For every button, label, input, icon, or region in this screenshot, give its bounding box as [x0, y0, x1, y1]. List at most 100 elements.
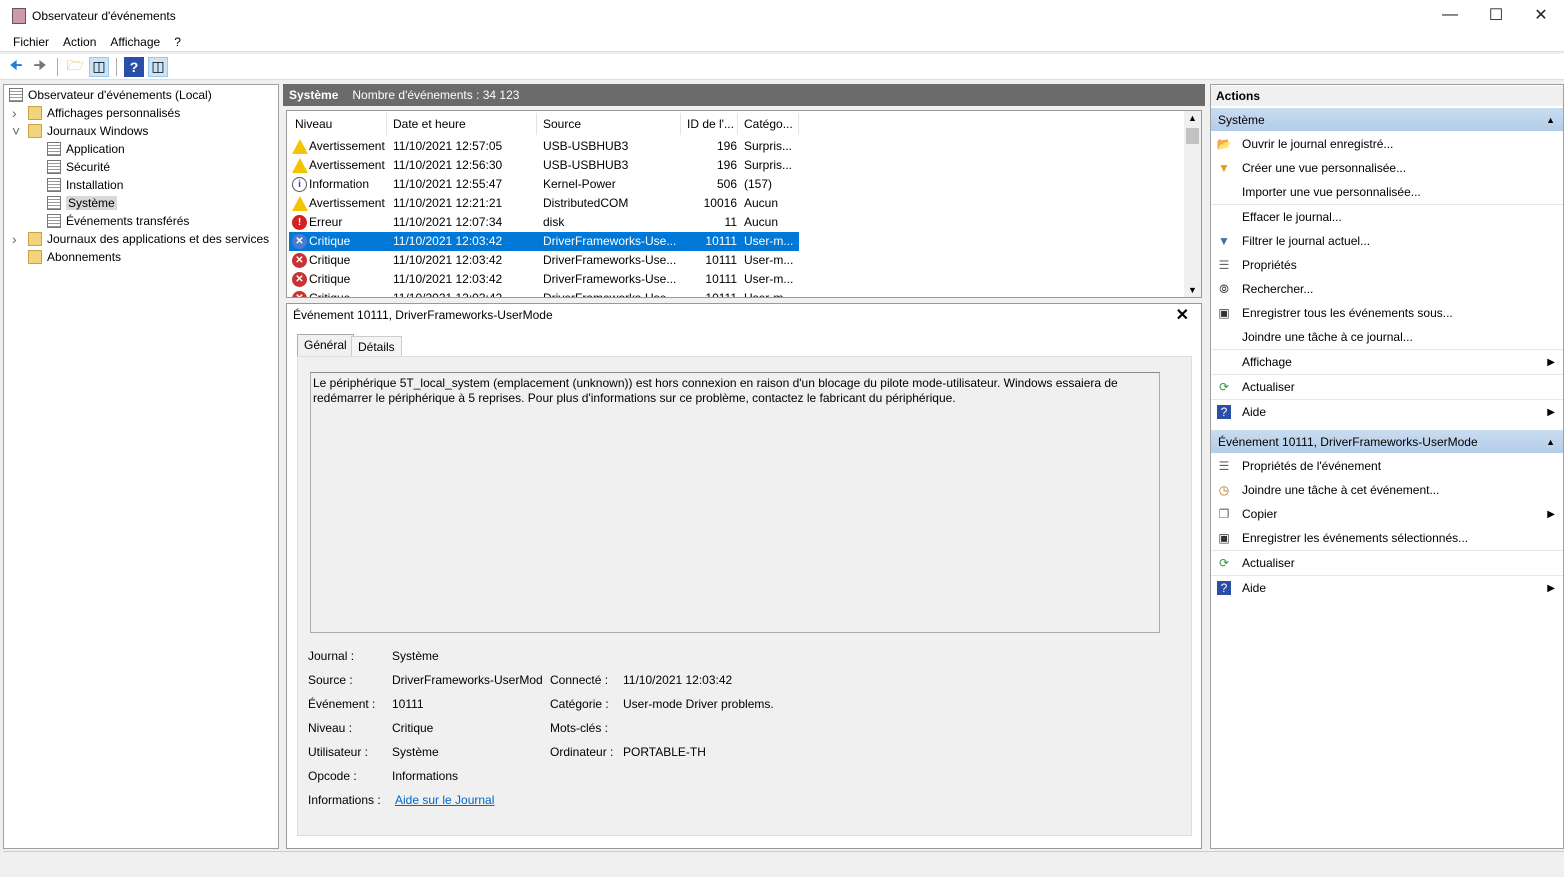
action-item[interactable]: Joindre une tâche à ce journal...: [1211, 325, 1563, 350]
folder-windows-icon: [28, 124, 42, 138]
event-row[interactable]: Avertissement 11/10/2021 12:21:21 Distribu…: [289, 194, 799, 213]
refresh-icon: ⟳: [1218, 380, 1230, 394]
event-row[interactable]: ✕Critique 11/10/2021 12:03:42 DriverFramew…: [289, 232, 799, 251]
event-level: Avertissement: [309, 196, 385, 210]
submenu-arrow-icon: ▶: [1547, 406, 1555, 418]
help-icon[interactable]: ?: [124, 56, 144, 77]
action-item[interactable]: ☰ Propriétés: [1211, 253, 1563, 277]
menu-action[interactable]: Action: [56, 35, 103, 49]
tree-item[interactable]: Observateur d'événements (Local): [9, 86, 212, 104]
action-item[interactable]: ▼ Filtrer le journal actuel...: [1211, 229, 1563, 253]
tree-item[interactable]: Abonnements: [28, 248, 121, 266]
menu-fichier[interactable]: Fichier: [6, 35, 56, 49]
tree-item[interactable]: Événements transférés: [47, 212, 189, 230]
event-id: 10111: [705, 253, 737, 267]
action-item[interactable]: Effacer le journal...: [1211, 205, 1563, 229]
title-bar: Observateur d'événements — ☐ ✕: [0, 0, 1564, 32]
warning-icon: [292, 196, 308, 211]
tree-item[interactable]: ˅ Journaux Windows: [12, 122, 148, 140]
event-source: DriverFrameworks-Use...: [543, 234, 677, 248]
tree-item[interactable]: Application: [47, 140, 125, 158]
action-item[interactable]: ▣ Enregistrer les événements sélectionnés…: [1211, 526, 1563, 551]
event-row[interactable]: ✕Critique 11/10/2021 12:03:42 DriverFramew…: [289, 251, 799, 270]
event-date: 11/10/2021 12:03:42: [393, 272, 503, 286]
action-item[interactable]: ❐ Copier ▶: [1211, 502, 1563, 526]
menu-bar: Fichier Action Affichage ?: [0, 32, 1564, 52]
collapse-icon[interactable]: ▲: [1546, 437, 1555, 447]
console-tree: Observateur d'événements (Local) › Afficha…: [3, 84, 279, 849]
event-list-scrollbar[interactable]: ▲ ▼: [1184, 111, 1201, 297]
open-folder-icon[interactable]: 🗁: [65, 57, 85, 77]
event-row[interactable]: i Information 11/10/2021 12:55:47 Kernel-Po…: [289, 175, 799, 194]
close-button[interactable]: ✕: [1518, 0, 1564, 30]
forward-arrow-icon[interactable]: 🠊: [30, 57, 50, 77]
actions-section-header[interactable]: Événement 10111, DriverFrameworks-UserMo…: [1211, 430, 1563, 453]
chevron-down-icon[interactable]: ˅: [12, 123, 20, 139]
action-item[interactable]: Importer une vue personnalisée...: [1211, 180, 1563, 205]
collapse-icon[interactable]: ▲: [1546, 115, 1555, 125]
action-label: Effacer le journal...: [1242, 210, 1342, 224]
event-row[interactable]: Avertissement 11/10/2021 12:57:05 USB-USBH…: [289, 137, 799, 156]
tree-item[interactable]: Sécurité: [47, 158, 110, 176]
maximize-button[interactable]: ☐: [1473, 0, 1519, 30]
action-item[interactable]: ▣ Enregistrer tous les événements sous...: [1211, 301, 1563, 325]
event-id: 10016: [703, 196, 737, 210]
minimize-button[interactable]: —: [1427, 0, 1473, 30]
action-item[interactable]: ▼ Créer une vue personnalisée...: [1211, 156, 1563, 180]
action-item[interactable]: ? Aide ▶: [1211, 576, 1563, 600]
event-description[interactable]: Le périphérique 5T_local_system (emplace…: [310, 372, 1160, 633]
actions-section-header[interactable]: Système ▲: [1211, 108, 1563, 131]
event-category: User-m...: [744, 234, 794, 248]
column-header-id[interactable]: ID de l'...: [681, 113, 738, 135]
event-source: DriverFrameworks-Use...: [543, 272, 677, 286]
help-link[interactable]: Aide sur le Journal: [395, 793, 494, 807]
action-item[interactable]: ⦾ Rechercher...: [1211, 277, 1563, 301]
action-item[interactable]: ⟳ Actualiser: [1211, 375, 1563, 400]
task-icon: ◷: [1218, 483, 1230, 497]
field-value: Système: [392, 745, 439, 759]
event-row[interactable]: ! Erreur 11/10/2021 12:07:34 disk Aucun 11: [289, 213, 799, 232]
field-label: Mots-clés :: [550, 721, 609, 735]
toolbar-separator: [116, 57, 117, 76]
tab-details[interactable]: Détails: [351, 336, 402, 356]
show-tree-icon[interactable]: ◫: [89, 56, 109, 77]
close-detail-icon[interactable]: ✕: [1176, 305, 1189, 325]
column-header-level[interactable]: Niveau: [289, 113, 387, 135]
event-row[interactable]: ✕Critique 11/10/2021 12:03:42 DriverFramew…: [289, 289, 799, 297]
show-actions-icon[interactable]: ◫: [148, 56, 168, 77]
log-header: Système Nombre d'événements : 34 123: [283, 84, 1205, 106]
action-label: Propriétés: [1242, 258, 1297, 272]
action-item[interactable]: ? Aide ▶: [1211, 400, 1563, 424]
tree-item[interactable]: › Affichages personnalisés: [12, 104, 180, 122]
chevron-right-icon[interactable]: ›: [12, 105, 17, 121]
warning-icon: [292, 139, 308, 154]
open-folder-icon: 📂: [1216, 137, 1232, 151]
event-row[interactable]: ✕Critique 11/10/2021 12:03:42 DriverFramew…: [289, 270, 799, 289]
action-item[interactable]: Affichage ▶: [1211, 350, 1563, 375]
tree-item[interactable]: › Journaux des applications et des servic…: [12, 230, 269, 248]
tree-item-label: Application: [66, 142, 125, 156]
column-header-date[interactable]: Date et heure: [387, 113, 537, 135]
column-header-source[interactable]: Source: [537, 113, 681, 135]
event-category: User-m...: [744, 272, 794, 286]
tree-item[interactable]: Installation: [47, 176, 123, 194]
field-label: Catégorie :: [550, 697, 609, 711]
tab-general[interactable]: Général: [297, 334, 354, 356]
event-source: disk: [543, 215, 565, 229]
action-item[interactable]: ⟳ Actualiser: [1211, 551, 1563, 576]
menu-help[interactable]: ?: [167, 35, 188, 49]
event-row[interactable]: Avertissement 11/10/2021 12:56:30 USB-USBH…: [289, 156, 799, 175]
chevron-right-icon[interactable]: ›: [12, 231, 17, 247]
action-item[interactable]: ☰ Propriétés de l'événement: [1211, 454, 1563, 478]
menu-affichage[interactable]: Affichage: [103, 35, 167, 49]
tree-item[interactable]: Système: [47, 194, 117, 212]
action-label: Actualiser: [1242, 380, 1295, 394]
column-header-category[interactable]: Catégo...: [738, 113, 799, 135]
action-item[interactable]: ◷ Joindre une tâche à cet événement...: [1211, 478, 1563, 502]
event-level: Critique: [309, 234, 351, 248]
back-arrow-icon[interactable]: 🠈: [6, 57, 26, 77]
critical-icon: ✕: [292, 291, 307, 297]
action-item[interactable]: 📂 Ouvrir le journal enregistré...: [1211, 132, 1563, 156]
event-source: Kernel-Power: [543, 177, 616, 191]
event-date: 11/10/2021 12:21:21: [393, 196, 503, 210]
